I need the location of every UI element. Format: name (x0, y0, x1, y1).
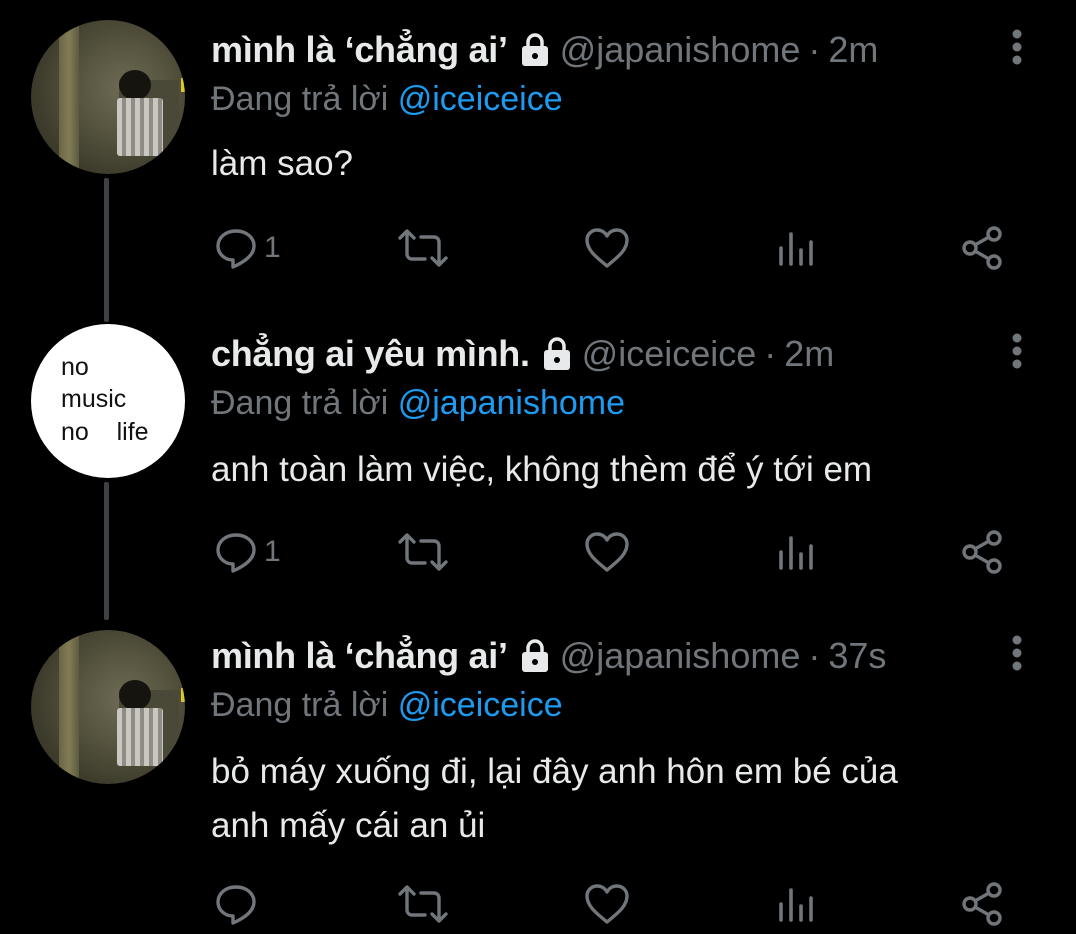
tweet-actions: 1 (0, 528, 1076, 576)
tweet-header: mình là ‘chẳng ai’ @japanishome · 37s (211, 632, 886, 680)
lock-icon (542, 336, 572, 372)
share-icon (962, 226, 1002, 270)
retweet-icon (398, 533, 448, 571)
share-button[interactable] (960, 528, 1004, 576)
reply-button[interactable]: 1 (214, 528, 281, 576)
replying-to: Đang trả lời @japanishome (211, 384, 625, 423)
avatar[interactable] (31, 20, 185, 174)
tweet-actions (0, 880, 1076, 928)
tweet-text: anh toàn làm việc, không thèm để ý tới e… (211, 443, 1031, 497)
reply-bubble-icon (216, 229, 256, 269)
more-vertical-icon[interactable] (1005, 332, 1029, 372)
replying-to: Đang trả lời @iceiceice (211, 686, 563, 725)
bar-chart-icon (779, 232, 813, 266)
avatar-text-line: no (61, 353, 89, 381)
more-vertical-icon[interactable] (1005, 634, 1029, 674)
avatar-text-line: music (61, 385, 127, 413)
reply-mention-link[interactable]: @iceiceice (398, 686, 563, 724)
retweet-button[interactable] (396, 224, 450, 272)
tweet[interactable]: mình là ‘chẳng ai’ @japanishome · 2m Đan… (0, 0, 1076, 300)
heart-icon (585, 228, 629, 268)
retweet-button[interactable] (396, 880, 450, 928)
bar-chart-icon (779, 888, 813, 922)
display-name[interactable]: mình là ‘chẳng ai’ (211, 635, 508, 677)
like-button[interactable] (584, 224, 630, 272)
views-button[interactable] (776, 528, 816, 576)
avatar[interactable] (31, 630, 185, 784)
user-handle[interactable]: @iceiceice (582, 333, 757, 375)
display-name[interactable]: chẳng ai yêu mình. (211, 333, 530, 375)
reply-bubble-icon (216, 885, 256, 925)
tweet-actions: 1 (0, 224, 1076, 272)
reply-mention-link[interactable]: @japanishome (398, 384, 625, 422)
user-handle[interactable]: @japanishome (560, 635, 801, 677)
tweet-text: bỏ máy xuống đi, lại đây anh hôn em bé c… (211, 745, 1031, 853)
reply-count: 1 (264, 231, 281, 264)
heart-icon (585, 532, 629, 572)
retweet-button[interactable] (396, 528, 450, 576)
separator-dot: · (808, 635, 821, 676)
lock-icon (520, 638, 550, 674)
reply-bubble-icon (216, 533, 256, 573)
like-button[interactable] (584, 880, 630, 928)
tweet-text-line: anh mấy cái an ủi (211, 806, 486, 845)
lock-icon (520, 32, 550, 68)
views-button[interactable] (776, 880, 816, 928)
reply-thread: mình là ‘chẳng ai’ @japanishome · 2m Đan… (0, 0, 1076, 934)
replying-to-label: Đang trả lời (211, 384, 389, 422)
separator-dot: · (808, 29, 821, 70)
share-button[interactable] (960, 880, 1004, 928)
tweet[interactable]: no music no life chẳng ai yêu mình. @ice… (0, 310, 1076, 610)
timestamp[interactable]: 37s (828, 635, 886, 677)
more-vertical-icon[interactable] (1005, 28, 1029, 68)
avatar[interactable]: no music no life (31, 324, 185, 478)
tweet-text-line: làm sao? (211, 144, 354, 183)
avatar-text-line: no life (61, 418, 149, 446)
replying-to-label: Đang trả lời (211, 80, 389, 118)
user-handle[interactable]: @japanishome (560, 29, 801, 71)
retweet-icon (398, 885, 448, 923)
share-button[interactable] (960, 224, 1004, 272)
tweet-text-line: anh toàn làm việc, không thèm để ý tới e… (211, 450, 873, 489)
tweet[interactable]: mình là ‘chẳng ai’ @japanishome · 37s Đa… (0, 610, 1076, 934)
share-icon (962, 530, 1002, 574)
views-button[interactable] (776, 224, 816, 272)
reply-button[interactable] (214, 880, 264, 928)
timestamp[interactable]: 2m (828, 29, 878, 71)
replying-to: Đang trả lời @iceiceice (211, 80, 563, 119)
tweet-text: làm sao? (211, 137, 1031, 191)
bar-chart-icon (779, 536, 813, 570)
heart-icon (585, 884, 629, 924)
retweet-icon (398, 229, 448, 267)
like-button[interactable] (584, 528, 630, 576)
reply-mention-link[interactable]: @iceiceice (398, 80, 563, 118)
share-icon (962, 882, 1002, 926)
tweet-header: mình là ‘chẳng ai’ @japanishome · 2m (211, 26, 878, 74)
display-name[interactable]: mình là ‘chẳng ai’ (211, 29, 508, 71)
tweet-text-line: bỏ máy xuống đi, lại đây anh hôn em bé c… (211, 752, 898, 791)
replying-to-label: Đang trả lời (211, 686, 389, 724)
tweet-header: chẳng ai yêu mình. @iceiceice · 2m (211, 330, 834, 378)
reply-count: 1 (264, 535, 281, 568)
separator-dot: · (764, 333, 777, 374)
reply-button[interactable]: 1 (214, 224, 281, 272)
timestamp[interactable]: 2m (784, 333, 834, 375)
